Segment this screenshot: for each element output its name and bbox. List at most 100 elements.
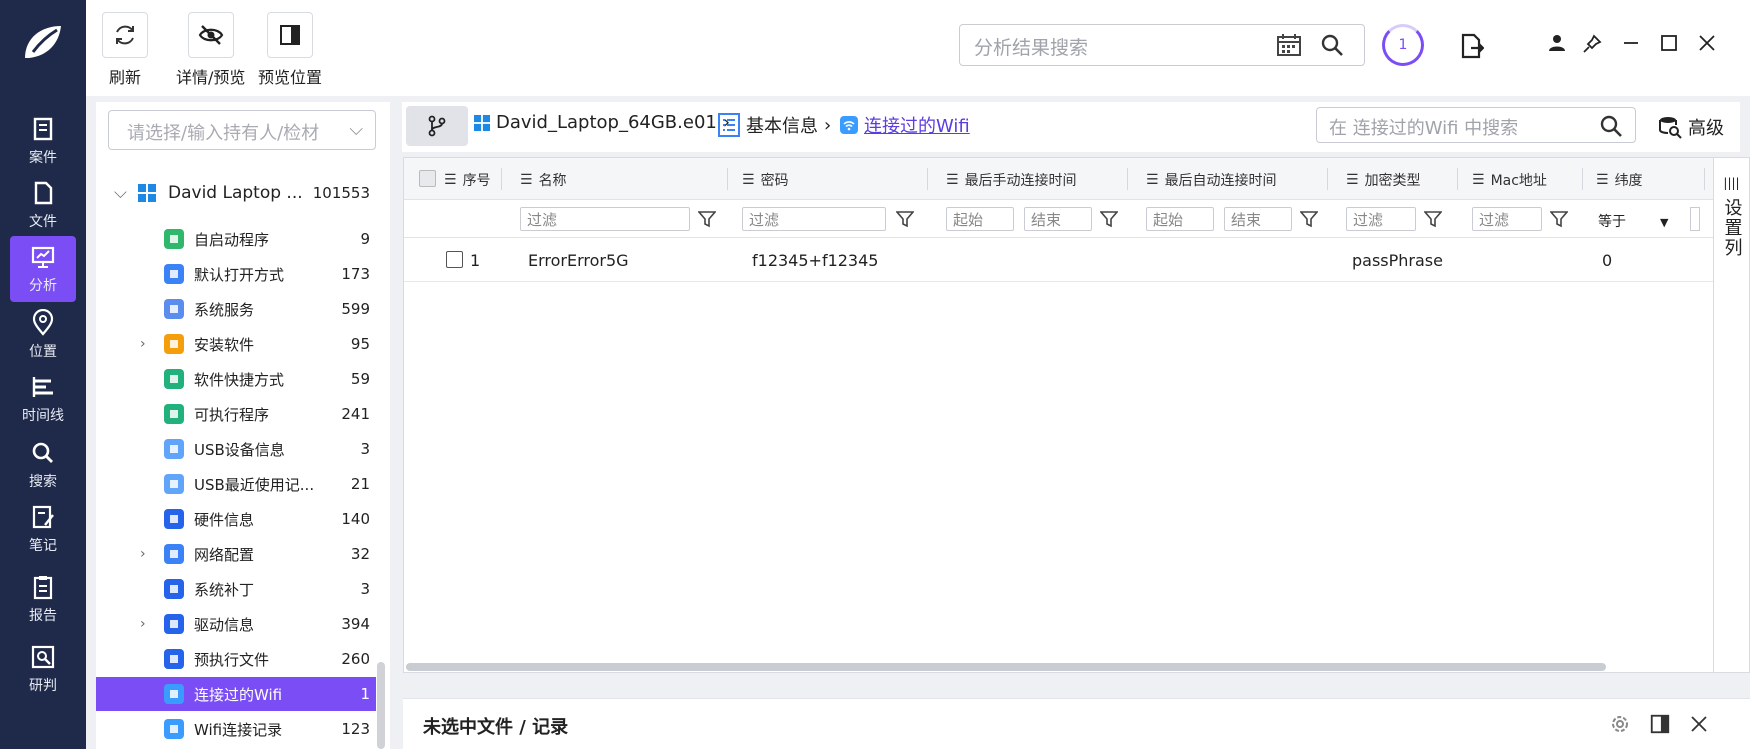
filter-mac-input[interactable]: 过滤 <box>1472 207 1542 231</box>
task-progress-indicator[interactable]: 1 <box>1382 24 1424 66</box>
col-header-latitude[interactable]: ☰ 纬度 <box>1596 170 1643 190</box>
nav-judge[interactable]: 研判 <box>10 636 76 702</box>
nav-note[interactable]: 笔记 <box>10 496 76 562</box>
table-row[interactable]: 1 ErrorError5G f12345+f12345 passPhrase … <box>404 238 1713 282</box>
search-icon[interactable] <box>1599 114 1623 138</box>
set-columns-button[interactable]: |||| 设置列 <box>1714 157 1750 673</box>
nav-location[interactable]: 位置 <box>10 302 76 368</box>
tree-item[interactable]: 系统服务 599 <box>96 292 376 326</box>
tree-item[interactable]: › 网络配置 32 <box>96 537 376 571</box>
col-header-index[interactable]: ☰ 序号 <box>444 170 491 190</box>
nav-label: 研判 <box>29 678 57 694</box>
task-count: 1 <box>1398 37 1408 53</box>
nav-file[interactable]: 文件 <box>10 172 76 238</box>
branch-button[interactable] <box>406 106 468 146</box>
tree-item[interactable]: 默认打开方式 173 <box>96 257 376 291</box>
col-header-password[interactable]: ☰ 密码 <box>742 170 789 190</box>
chevron-right-icon[interactable]: › <box>140 336 146 352</box>
minimize-icon[interactable] <box>1622 34 1640 52</box>
detail-preview-button[interactable]: 详情/预览 <box>176 12 245 88</box>
maximize-icon[interactable] <box>1660 34 1678 52</box>
tree-scrollbar[interactable] <box>377 662 385 749</box>
col-header-encryption[interactable]: ☰ 加密类型 <box>1346 170 1421 190</box>
category-icon <box>164 509 184 529</box>
tree-item[interactable]: Wifi连接记录 123 <box>96 712 376 746</box>
col-label: 序号 <box>462 173 491 189</box>
latitude-filter-input[interactable] <box>1690 207 1700 231</box>
filter-auto-start[interactable]: 起始 <box>1146 207 1214 231</box>
nav-report[interactable]: 报告 <box>10 566 76 632</box>
analysis-icon <box>31 246 55 268</box>
col-header-manual-time[interactable]: ☰ 最后手动连接时间 <box>946 170 1077 190</box>
case-icon <box>33 117 53 141</box>
chevron-right-icon[interactable]: › <box>140 546 146 562</box>
tree-item[interactable]: 预执行文件 260 <box>96 642 376 676</box>
tree-item[interactable]: › 安装软件 95 <box>96 327 376 361</box>
filter-icon[interactable] <box>1424 210 1442 228</box>
filter-manual-start[interactable]: 起始 <box>946 207 1014 231</box>
advanced-search-button[interactable]: 高级 <box>1658 114 1724 140</box>
horizontal-scrollbar[interactable] <box>406 663 1606 671</box>
breadcrumb-current[interactable]: 连接过的Wifi <box>840 112 970 138</box>
filter-auto-end[interactable]: 结束 <box>1224 207 1292 231</box>
row-checkbox[interactable] <box>446 251 463 268</box>
breadcrumb-evidence[interactable]: David_Laptop_64GB.e01 › <box>474 112 730 133</box>
tree-item[interactable]: 自启动程序 9 <box>96 222 376 256</box>
search-icon[interactable] <box>1320 33 1344 57</box>
filter-icon[interactable] <box>1100 210 1118 228</box>
gear-icon[interactable] <box>1609 713 1631 735</box>
filter-icon[interactable] <box>1300 210 1318 228</box>
wifi-search-input[interactable]: 在 连接过的Wifi 中搜索 <box>1316 107 1636 143</box>
nav-analysis[interactable]: 分析 <box>10 236 76 302</box>
tree-item-count: 140 <box>341 510 370 528</box>
tree-item[interactable]: USB最近使用记... 21 <box>96 467 376 501</box>
pin-icon[interactable] <box>1582 34 1602 54</box>
refresh-button[interactable]: 刷新 <box>102 12 148 88</box>
column-bars-icon: |||| <box>1723 176 1740 190</box>
chevron-down-icon[interactable]: ⌵ <box>349 119 363 140</box>
preview-position-button[interactable]: 预览位置 <box>258 12 322 88</box>
tree-item-count: 3 <box>360 580 370 598</box>
filter-name-input[interactable]: 过滤 <box>520 207 690 231</box>
filter-icon[interactable] <box>698 210 716 228</box>
filter-password-input[interactable]: 过滤 <box>742 207 886 231</box>
tree-item[interactable]: 系统补丁 3 <box>96 572 376 606</box>
nav-label: 报告 <box>29 608 57 624</box>
caret-down-icon: ▼ <box>1660 216 1669 229</box>
col-header-name[interactable]: ☰ 名称 <box>520 170 567 190</box>
export-file-icon[interactable] <box>1460 32 1484 60</box>
category-icon <box>164 649 184 669</box>
close-icon[interactable] <box>1689 714 1709 734</box>
eye-off-icon <box>198 25 223 45</box>
tree-item[interactable]: 软件快捷方式 59 <box>96 362 376 396</box>
col-header-auto-time[interactable]: ☰ 最后自动连接时间 <box>1146 170 1277 190</box>
tree-item[interactable]: 连接过的Wifi 1 <box>96 677 376 711</box>
nav-case[interactable]: 案件 <box>10 108 76 174</box>
holder-search-input[interactable]: 请选择/输入持有人/检材 ⌵ <box>108 110 376 150</box>
panel-right-icon[interactable] <box>1649 713 1671 735</box>
windows-icon <box>138 184 156 202</box>
analysis-search-input[interactable]: 分析结果搜索 <box>959 24 1365 66</box>
latitude-operator-select[interactable]: 等于 ▼ <box>1598 211 1668 231</box>
filter-icon[interactable] <box>1550 210 1568 228</box>
breadcrumb-basic-info[interactable]: 基本信息 › <box>718 112 831 138</box>
tree-item[interactable]: › 驱动信息 394 <box>96 607 376 641</box>
nav-search[interactable]: 搜索 <box>10 432 76 498</box>
tree-item[interactable]: 硬件信息 140 <box>96 502 376 536</box>
filter-encryption-input[interactable]: 过滤 <box>1346 207 1416 231</box>
detail-panel-title: 未选中文件 / 记录 <box>423 717 569 738</box>
tree-item[interactable]: USB设备信息 3 <box>96 432 376 466</box>
select-all-checkbox[interactable] <box>419 170 436 187</box>
tree-root-evidence[interactable]: ⌵ David Laptop ... 101553 <box>96 176 390 210</box>
chevron-down-icon[interactable]: ⌵ <box>114 183 127 203</box>
calendar-icon[interactable] <box>1276 33 1302 57</box>
close-icon[interactable] <box>1698 34 1716 52</box>
filter-icon[interactable] <box>896 210 914 228</box>
filter-manual-end[interactable]: 结束 <box>1024 207 1092 231</box>
tree-item[interactable]: 可执行程序 241 <box>96 397 376 431</box>
tree-item-label: USB设备信息 <box>194 440 285 459</box>
user-icon[interactable] <box>1548 34 1566 52</box>
col-header-mac[interactable]: ☰ Mac地址 <box>1472 170 1547 190</box>
chevron-right-icon[interactable]: › <box>140 616 146 632</box>
nav-timeline[interactable]: 时间线 <box>10 366 76 432</box>
